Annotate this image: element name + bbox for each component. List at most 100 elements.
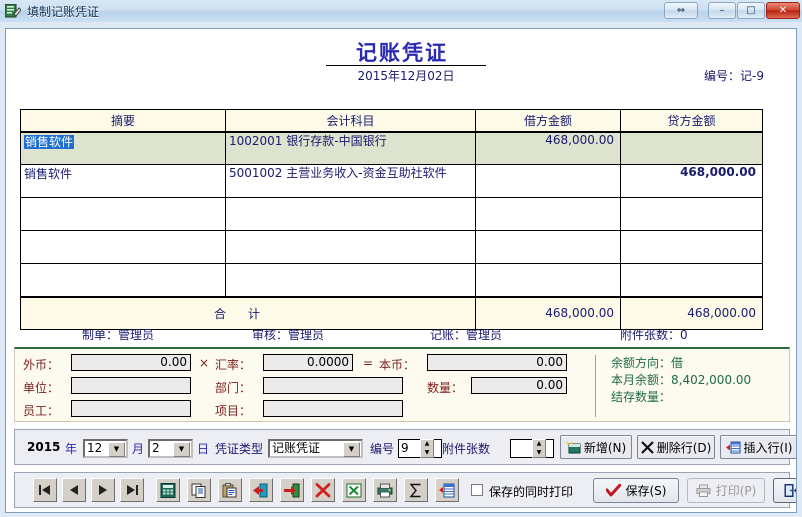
cell-abstract[interactable]: [20, 197, 226, 231]
month-balance: 本月余额：8,402,000.00: [611, 373, 752, 387]
table-row[interactable]: [20, 230, 763, 264]
project-field[interactable]: [263, 400, 403, 417]
attach-stepper[interactable]: ▲ ▼: [532, 439, 546, 458]
delete-x-icon[interactable]: [311, 478, 335, 502]
bottom-toolbar: 保存的同时打印 保存(S) 打印(P): [14, 472, 796, 508]
window-close-button[interactable]: ✕: [766, 2, 800, 19]
signature-row: 制单：管理员 审核：管理员 记账：管理员 附件张数：0: [20, 326, 762, 342]
qty-field[interactable]: 0.00: [471, 377, 567, 394]
window-restore-button[interactable]: ⇔: [664, 2, 698, 19]
voucher-type-label: 凭证类型: [215, 442, 264, 456]
paste-icon[interactable]: [218, 478, 242, 502]
cell-account[interactable]: [225, 263, 476, 297]
insert-row-icon[interactable]: [435, 478, 459, 502]
cell-credit[interactable]: [620, 197, 763, 231]
cell-debit[interactable]: 468,000.00: [475, 131, 621, 165]
foreign-currency-field[interactable]: 0.00: [71, 354, 191, 371]
print-button-label: 打印(P): [715, 484, 757, 498]
export-arrow-icon[interactable]: [280, 478, 304, 502]
cell-debit[interactable]: [475, 164, 621, 198]
table-row[interactable]: [20, 263, 763, 297]
chevron-down-icon[interactable]: ▼: [173, 442, 190, 457]
cell-abstract[interactable]: 销售软件: [20, 164, 226, 198]
import-arrow-icon[interactable]: [249, 478, 273, 502]
previous-record-icon[interactable]: [62, 478, 86, 502]
sum-sigma-icon[interactable]: [404, 478, 428, 502]
total-debit: 468,000.00: [475, 295, 621, 330]
table-total-row: 合计 468,000.00 468,000.00: [20, 295, 763, 330]
foreign-currency-label: 外币：: [23, 358, 60, 372]
next-record-icon[interactable]: [91, 478, 115, 502]
unit-field[interactable]: [71, 377, 191, 394]
dept-field[interactable]: [263, 377, 403, 394]
first-record-icon[interactable]: [33, 478, 57, 502]
cell-account[interactable]: [225, 197, 476, 231]
voucher-type-select[interactable]: 记账凭证 ▼: [268, 439, 363, 458]
year-value[interactable]: 2015: [27, 440, 60, 454]
cell-credit[interactable]: [620, 131, 763, 165]
voucher-title: 记账凭证: [356, 41, 448, 65]
table-row[interactable]: 销售软件 5001002 主营业务收入-资金互助社软件 468,000.00: [20, 164, 763, 198]
account-text: 1002001 银行存款-中国银行: [229, 133, 387, 148]
rate-label: 汇率：: [215, 358, 252, 372]
cell-debit[interactable]: [475, 263, 621, 297]
detail-panel: 外币： 0.00 × 汇率： 0.0000 = 本币： 0.00 单位： 部门：…: [14, 347, 790, 422]
number-stepper[interactable]: ▲ ▼: [420, 439, 434, 458]
entry-toolbar: 2015 年 12 ▼ 月 2 ▼ 日 凭证类型 记账凭证 ▼ 编号 9 ▲ ▼…: [14, 429, 796, 465]
local-currency-field[interactable]: 0.00: [427, 354, 567, 371]
checkmark-icon: [605, 484, 621, 497]
rate-field[interactable]: 0.0000: [263, 354, 353, 371]
window-maximize-button[interactable]: □: [737, 2, 765, 19]
copy-icon[interactable]: [187, 478, 211, 502]
signature-maker: 制单：管理员: [82, 328, 155, 342]
balance-info: 余额方向：借 本月余额：8,402,000.00 结存数量：: [611, 355, 751, 406]
voucher-type-value: 记账凭证: [272, 441, 321, 455]
excel-icon[interactable]: [342, 478, 366, 502]
print-button[interactable]: 打印(P): [687, 478, 765, 503]
document-edit-icon: [5, 4, 21, 18]
chevron-down-icon[interactable]: ▼: [343, 442, 360, 457]
calculator-icon[interactable]: [156, 478, 180, 502]
abstract-selected-text[interactable]: 销售软件: [24, 134, 75, 149]
month-select[interactable]: 12 ▼: [83, 439, 128, 458]
cell-abstract[interactable]: [20, 263, 226, 297]
cell-account[interactable]: 5001002 主营业务收入-资金互助社软件: [225, 164, 476, 198]
last-record-icon[interactable]: [120, 478, 144, 502]
insert-row-button[interactable]: 插入行(I): [720, 435, 796, 459]
cell-debit[interactable]: [475, 230, 621, 264]
day-value: 2: [152, 441, 160, 455]
total-credit: 468,000.00: [620, 295, 763, 330]
window-client-area: 记账凭证 2015年12月02日 编号：记-9 摘要 会计科目 借方金额 贷方金…: [0, 22, 802, 517]
delete-row-button[interactable]: 删除行(D): [637, 435, 715, 459]
voucher-entries-table: 摘要 会计科目 借方金额 贷方金额 销售软件 1002001 银行存款-中国银行: [20, 109, 763, 330]
exit-button[interactable]: 退出(E): [773, 478, 796, 503]
insert-row-icon: [725, 441, 741, 454]
window-title: 填制记账凭证: [27, 4, 100, 19]
cell-account[interactable]: 1002001 银行存款-中国银行: [225, 131, 476, 165]
cell-credit[interactable]: [620, 230, 763, 264]
cell-credit[interactable]: [620, 263, 763, 297]
day-select[interactable]: 2 ▼: [148, 439, 193, 458]
print-preview-icon[interactable]: [373, 478, 397, 502]
cell-account[interactable]: [225, 230, 476, 264]
cell-abstract[interactable]: [20, 230, 226, 264]
cell-debit[interactable]: [475, 197, 621, 231]
employee-field[interactable]: [71, 400, 191, 417]
window-minimize-button[interactable]: –: [708, 2, 736, 19]
print-on-save-checkbox[interactable]: [471, 484, 483, 496]
local-currency-label: 本币：: [379, 358, 416, 372]
account-text: 5001002 主营业务收入-资金互助社软件: [229, 166, 447, 180]
save-button[interactable]: 保存(S): [593, 478, 679, 503]
chevron-down-icon[interactable]: ▼: [108, 442, 125, 457]
table-row[interactable]: 销售软件 1002001 银行存款-中国银行 468,000.00: [20, 131, 763, 165]
cell-credit[interactable]: 468,000.00: [620, 164, 763, 198]
stock-quantity: 结存数量：: [611, 390, 672, 404]
balance-direction: 余额方向：借: [611, 356, 684, 370]
new-sheet-icon: [565, 440, 581, 454]
cell-abstract[interactable]: 销售软件: [20, 131, 226, 165]
column-header-account: 会计科目: [225, 109, 476, 133]
print-on-save-label: 保存的同时打印: [489, 485, 574, 499]
table-row[interactable]: [20, 197, 763, 231]
project-label: 项目：: [215, 404, 252, 418]
add-button[interactable]: 新增(N): [560, 435, 632, 459]
